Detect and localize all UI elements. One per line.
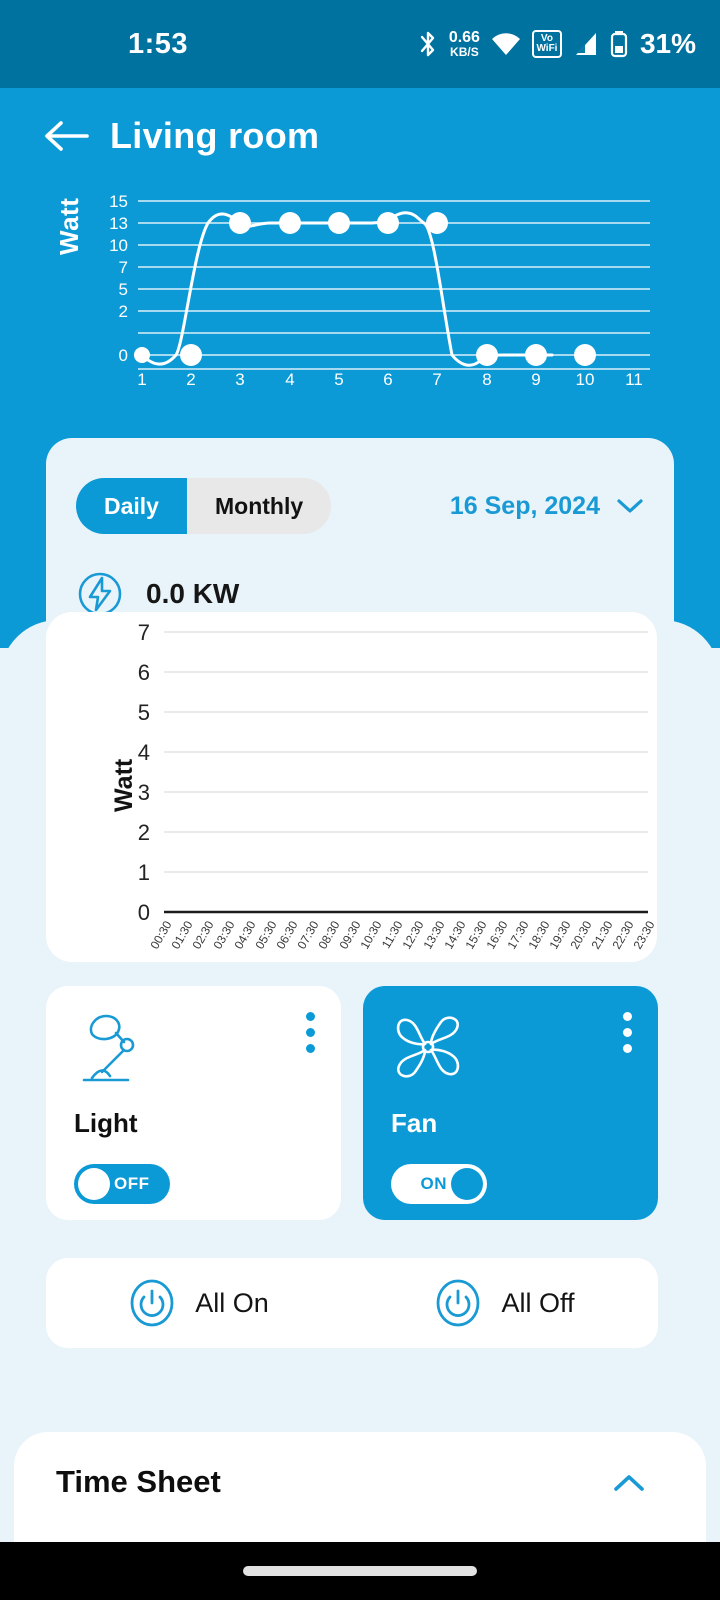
svg-text:2: 2	[119, 302, 128, 321]
svg-text:7: 7	[119, 258, 128, 277]
network-speed-unit: KB/S	[450, 45, 479, 59]
device-card-list: Light OFF Fan ON	[46, 986, 674, 1220]
power-value: 0.0 KW	[146, 578, 240, 609]
summary-chart-svg: 15 13 10 7 5 2 0 1 2 3 4 5 6 7 8 9 10 11	[109, 192, 650, 388]
app-bar: Living room	[0, 88, 720, 184]
status-bar: 1:53 0.66 KB/S Vo WiFi 31%	[0, 0, 720, 88]
toggle-knob	[451, 1168, 483, 1200]
chevron-down-icon	[617, 499, 643, 513]
power-icon	[130, 1279, 174, 1327]
energy-card-controls: Daily Monthly 16 Sep, 2024	[76, 478, 644, 534]
tab-daily[interactable]: Daily	[76, 478, 187, 534]
fan-icon	[396, 1016, 460, 1078]
svg-text:0: 0	[119, 346, 128, 365]
svg-text:9: 9	[531, 370, 540, 388]
svg-text:4: 4	[138, 740, 150, 765]
page-title: Living room	[110, 115, 320, 156]
network-speed: 0.66 KB/S	[448, 29, 480, 59]
device-state-light: OFF	[114, 1174, 150, 1193]
time-sheet-title: Time Sheet	[56, 1464, 221, 1499]
device-card-fan[interactable]: Fan ON	[363, 986, 658, 1220]
summary-chart-x-ticks: 1 2 3 4 5 6 7 8 9 10 11	[137, 370, 643, 388]
bluetooth-icon	[420, 31, 435, 57]
svg-text:11: 11	[625, 370, 643, 388]
wifi-icon	[491, 33, 520, 55]
date-selector[interactable]: 16 Sep, 2024	[450, 492, 644, 521]
all-off-label: All Off	[501, 1287, 575, 1318]
power-reading: 0.0 KW	[76, 570, 239, 618]
svg-text:15: 15	[109, 192, 128, 211]
svg-text:5: 5	[334, 370, 343, 388]
back-button[interactable]	[40, 110, 92, 162]
toggle-knob	[78, 1168, 110, 1200]
time-sheet-toggle[interactable]	[612, 1472, 646, 1499]
detail-chart-svg: 7 6 5 4 3 2 1 0 00:30 01:30 02:30 03:30 …	[138, 620, 657, 952]
svg-text:3: 3	[138, 780, 150, 805]
svg-text:0: 0	[138, 900, 150, 925]
all-off-button[interactable]: All Off	[352, 1278, 658, 1328]
detail-chart-y-ticks: 7 6 5 4 3 2 1 0	[138, 620, 150, 925]
battery-icon	[610, 31, 628, 58]
desk-lamp-icon	[82, 1014, 135, 1082]
status-bar-icons: 0.66 KB/S Vo WiFi 31%	[417, 28, 696, 60]
svg-text:5: 5	[138, 700, 150, 725]
device-state-fan: ON	[420, 1174, 447, 1193]
device-name-light: Light	[74, 1108, 138, 1138]
svg-text:1: 1	[138, 860, 150, 885]
selected-date: 16 Sep, 2024	[449, 491, 600, 520]
svg-text:5: 5	[119, 280, 128, 299]
svg-text:3: 3	[235, 370, 244, 388]
more-vertical-icon[interactable]	[306, 1012, 315, 1053]
period-segmented-control[interactable]: Daily Monthly	[76, 478, 332, 534]
device-name-fan: Fan	[391, 1108, 438, 1138]
power-icon	[437, 1279, 480, 1327]
time-sheet-panel[interactable]: Time Sheet	[14, 1432, 706, 1542]
svg-text:8: 8	[482, 370, 491, 388]
status-bar-time: 1:53	[128, 27, 189, 60]
svg-text:6: 6	[138, 660, 150, 685]
all-on-button[interactable]: All On	[46, 1278, 352, 1328]
system-nav-bar	[0, 1542, 720, 1600]
detail-chart-gridlines	[164, 631, 648, 873]
detail-chart-x-ticks: 00:30 01:30 02:30 03:30 04:30 05:30 06:3…	[147, 918, 657, 951]
chevron-up-icon	[614, 1475, 644, 1491]
more-vertical-icon[interactable]	[623, 1012, 632, 1053]
svg-text:13: 13	[109, 214, 128, 233]
vowifi-icon: Vo WiFi	[531, 30, 562, 58]
svg-text:7: 7	[138, 620, 150, 645]
device-toggle-light[interactable]: OFF	[74, 1164, 170, 1204]
summary-chart-y-ticks: 15 13 10 7 5 2 0	[109, 192, 128, 365]
svg-text:10:30: 10:30	[357, 918, 384, 951]
device-toggle-fan[interactable]: ON	[391, 1164, 487, 1204]
device-card-light[interactable]: Light OFF	[46, 986, 341, 1220]
tab-monthly[interactable]: Monthly	[186, 478, 332, 534]
svg-text:1: 1	[137, 370, 146, 388]
battery-percent: 31%	[639, 28, 696, 59]
all-on-label: All On	[195, 1287, 269, 1318]
network-speed-value: 0.66	[448, 29, 480, 46]
app-root: 1:53 0.66 KB/S Vo WiFi 31% Living room W…	[0, 0, 720, 1600]
svg-text:6: 6	[383, 370, 392, 388]
all-controls-bar: All On All Off	[46, 1258, 658, 1348]
svg-text:23:30: 23:30	[630, 918, 657, 951]
home-indicator[interactable]	[243, 1566, 477, 1576]
svg-text:7: 7	[432, 370, 441, 388]
energy-bolt-icon	[78, 572, 122, 616]
detail-chart-card: Watt 7 6 5 4 3 2 1 0 00:30 01:30 02:30 0…	[46, 612, 657, 962]
svg-text:4: 4	[285, 370, 294, 388]
svg-text:10: 10	[109, 236, 128, 255]
back-arrow-icon	[45, 121, 89, 151]
svg-text:2: 2	[186, 370, 195, 388]
svg-text:10: 10	[576, 370, 595, 388]
summary-chart: Watt 15 13 10 7 5 2 0 1 2 3 4 5 6 7 8 9 …	[54, 183, 660, 388]
vowifi-bottom-label: WiFi	[536, 43, 558, 54]
svg-text:2: 2	[138, 820, 150, 845]
cellular-signal-icon	[575, 33, 596, 55]
